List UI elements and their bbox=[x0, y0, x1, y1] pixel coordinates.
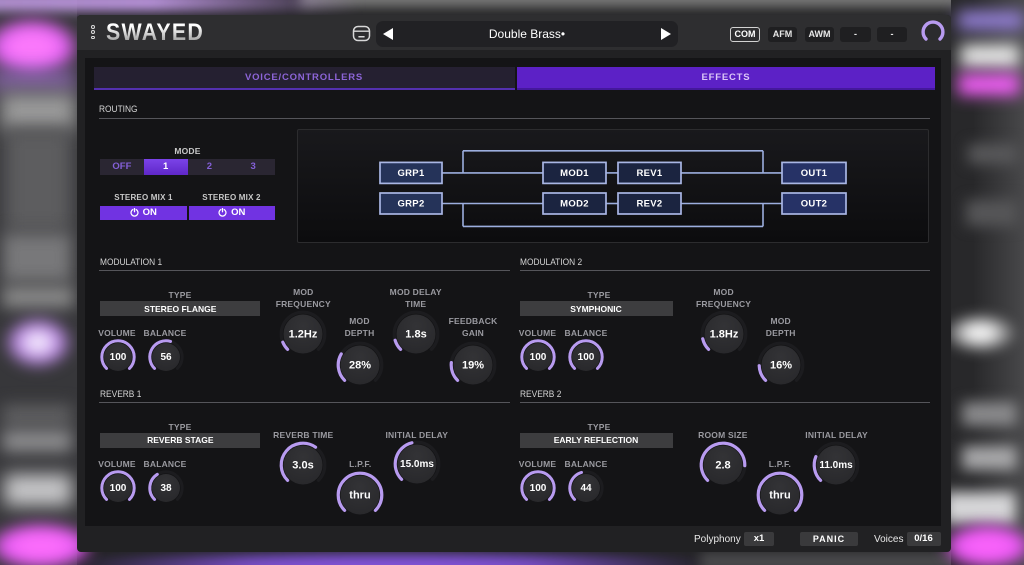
svg-text:100: 100 bbox=[110, 483, 127, 494]
svg-text:MOD1: MOD1 bbox=[560, 167, 589, 178]
svg-text:1.2Hz: 1.2Hz bbox=[289, 328, 318, 340]
svg-text:OUT1: OUT1 bbox=[800, 167, 827, 178]
svg-text:3.0s: 3.0s bbox=[292, 460, 313, 472]
svg-text:OUT2: OUT2 bbox=[800, 198, 827, 209]
svg-text:28%: 28% bbox=[348, 359, 370, 371]
svg-text:100: 100 bbox=[530, 483, 547, 494]
svg-text:REV2: REV2 bbox=[636, 198, 662, 209]
svg-text:1.8s: 1.8s bbox=[405, 328, 426, 340]
svg-text:11.0ms: 11.0ms bbox=[819, 460, 853, 471]
svg-text:GRP1: GRP1 bbox=[397, 167, 424, 178]
svg-text:100: 100 bbox=[110, 352, 127, 363]
svg-text:44: 44 bbox=[581, 483, 593, 494]
svg-text:2.8: 2.8 bbox=[715, 459, 730, 471]
svg-text:GRP2: GRP2 bbox=[397, 198, 424, 209]
svg-text:REV1: REV1 bbox=[636, 167, 662, 178]
svg-text:56: 56 bbox=[160, 352, 172, 363]
svg-text:MOD2: MOD2 bbox=[560, 198, 589, 209]
svg-text:15.0ms: 15.0ms bbox=[400, 459, 434, 470]
svg-text:19%: 19% bbox=[462, 359, 484, 371]
svg-text:38: 38 bbox=[160, 483, 172, 494]
svg-text:1.8Hz: 1.8Hz bbox=[709, 329, 738, 341]
svg-text:16%: 16% bbox=[770, 360, 792, 372]
svg-text:100: 100 bbox=[578, 352, 595, 363]
svg-text:thru: thru bbox=[350, 489, 371, 501]
svg-text:100: 100 bbox=[530, 352, 547, 363]
svg-text:thru: thru bbox=[769, 489, 790, 501]
